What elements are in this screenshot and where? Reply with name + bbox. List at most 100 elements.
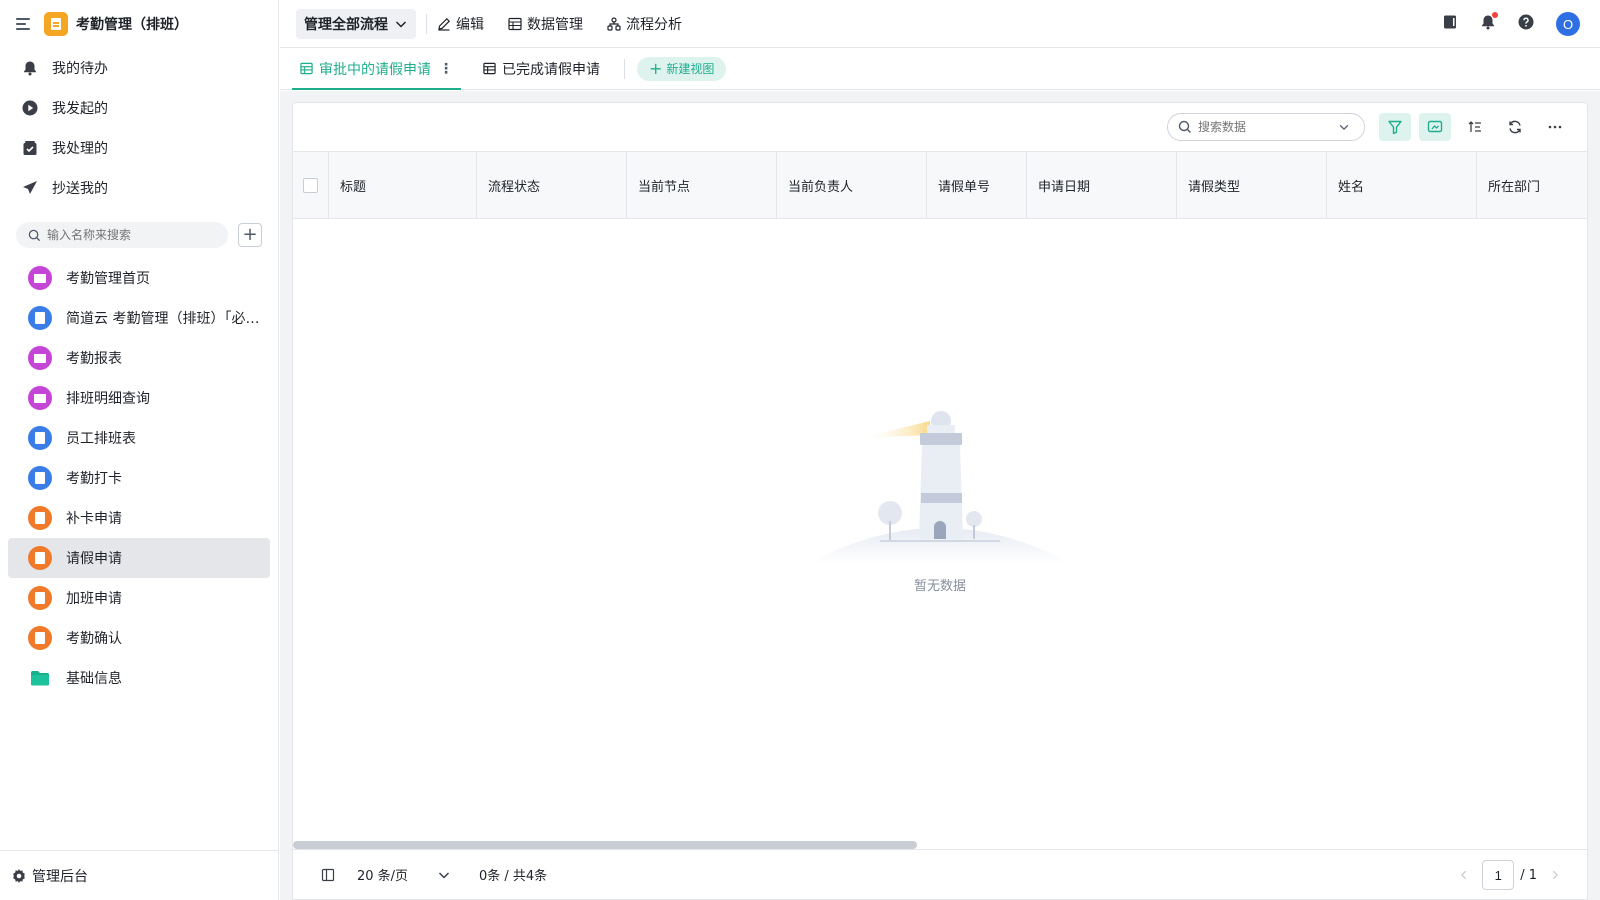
sidebar-search-input[interactable] xyxy=(47,228,217,242)
toolbar-divider xyxy=(426,13,427,34)
more-vertical-icon[interactable]: ⋮ xyxy=(439,61,453,77)
notebook-icon[interactable] xyxy=(1442,14,1458,34)
filter-button[interactable] xyxy=(1379,113,1411,141)
nav-item-handled[interactable]: 我处理的 xyxy=(0,128,278,168)
highlight-button[interactable] xyxy=(1419,113,1451,141)
tab-in-approval[interactable]: 审批中的请假申请 ⋮ xyxy=(292,48,461,90)
column-header[interactable]: 姓名 xyxy=(1327,152,1477,218)
data-search-input[interactable] xyxy=(1198,120,1338,134)
column-header[interactable]: 当前节点 xyxy=(627,152,777,218)
app-logo-icon xyxy=(44,12,68,36)
user-avatar[interactable]: O xyxy=(1556,12,1580,36)
horizontal-scrollbar[interactable] xyxy=(293,841,917,849)
form-item-guide[interactable]: 简道云 考勤管理（排班）「必看… xyxy=(8,298,270,338)
column-header[interactable]: 所在部门 xyxy=(1477,152,1587,218)
sidebar: 考勤管理（排班） 我的待办 我发起的 我处理的 抄送我的 + xyxy=(0,0,279,900)
nav-item-cc[interactable]: 抄送我的 xyxy=(0,168,278,208)
nav-label: 我发起的 xyxy=(52,101,108,117)
nav-item-todo[interactable]: 我的待办 xyxy=(0,48,278,88)
nav-label: 我处理的 xyxy=(52,141,108,157)
column-header[interactable]: 流程状态 xyxy=(477,152,627,218)
form-item-employee-schedule[interactable]: 员工排班表 xyxy=(8,418,270,458)
new-view-label: 新建视图 xyxy=(666,62,715,76)
flow-form-icon xyxy=(28,586,52,610)
process-select[interactable]: 管理全部流程 xyxy=(296,8,416,39)
form-item-basic-info[interactable]: 基础信息 xyxy=(8,658,270,698)
chevron-right-icon[interactable] xyxy=(1549,869,1561,881)
top-toolbar: 管理全部流程 编辑 数据管理 流程分析 O xyxy=(280,0,1600,48)
data-panel: 标题 流程状态 当前节点 当前负责人 请假单号 申请日期 请假类型 姓名 所在部… xyxy=(292,102,1588,900)
admin-backend-link[interactable]: 管理后台 xyxy=(0,850,278,900)
document-icon xyxy=(28,466,52,490)
record-count: 0条 / 共4条 xyxy=(479,869,548,884)
data-manage-label: 数据管理 xyxy=(527,16,583,33)
dashboard-icon xyxy=(28,346,52,370)
help-icon[interactable] xyxy=(1518,14,1534,34)
chevron-down-icon[interactable] xyxy=(1338,121,1350,133)
form-item-attendance-confirm[interactable]: 考勤确认 xyxy=(8,618,270,658)
search-icon xyxy=(28,229,41,241)
column-header[interactable]: 请假单号 xyxy=(927,152,1027,218)
plus-icon: + xyxy=(649,58,663,78)
document-icon xyxy=(28,306,52,330)
chevron-left-icon[interactable] xyxy=(1458,869,1470,881)
form-label: 基础信息 xyxy=(66,671,122,687)
column-header[interactable]: 请假类型 xyxy=(1177,152,1327,218)
chevron-down-icon[interactable] xyxy=(437,868,451,882)
nav-item-initiated[interactable]: 我发起的 xyxy=(0,88,278,128)
form-list: 考勤管理首页 简道云 考勤管理（排班）「必看… 考勤报表 排班明细查询 员工排班… xyxy=(0,258,278,698)
notification-dot xyxy=(1492,12,1498,18)
form-item-attendance-home[interactable]: 考勤管理首页 xyxy=(8,258,270,298)
dashboard-icon xyxy=(28,386,52,410)
form-item-schedule-query[interactable]: 排班明细查询 xyxy=(8,378,270,418)
refresh-button[interactable] xyxy=(1499,113,1531,141)
form-item-leave-request[interactable]: 请假申请 xyxy=(8,538,270,578)
new-view-button[interactable]: + 新建视图 xyxy=(637,56,727,81)
more-button[interactable] xyxy=(1539,113,1571,141)
form-item-overtime[interactable]: 加班申请 xyxy=(8,578,270,618)
form-item-clock-in[interactable]: 考勤打卡 xyxy=(8,458,270,498)
form-item-attendance-report[interactable]: 考勤报表 xyxy=(8,338,270,378)
play-circle-icon xyxy=(22,100,38,116)
bell-icon xyxy=(22,60,38,76)
chevron-down-icon xyxy=(395,20,407,28)
form-item-card-supplement[interactable]: 补卡申请 xyxy=(8,498,270,538)
flow-form-icon xyxy=(28,506,52,530)
form-label: 考勤确认 xyxy=(66,631,122,647)
notification-bell-icon[interactable] xyxy=(1480,12,1498,34)
form-label: 员工排班表 xyxy=(66,431,136,447)
app-title: 考勤管理（排班） xyxy=(76,17,188,33)
column-header[interactable]: 申请日期 xyxy=(1027,152,1177,218)
flow-analysis-label: 流程分析 xyxy=(626,16,682,33)
total-pages: / 1 xyxy=(1520,867,1537,883)
select-all-checkbox[interactable] xyxy=(293,152,329,218)
form-label: 加班申请 xyxy=(66,591,122,607)
form-label: 考勤打卡 xyxy=(66,471,122,487)
tab-completed[interactable]: 已完成请假申请 xyxy=(475,48,608,90)
filter-icon xyxy=(1388,120,1402,135)
current-page-input[interactable] xyxy=(1482,860,1515,890)
column-header[interactable]: 标题 xyxy=(329,152,477,218)
refresh-icon xyxy=(1509,120,1521,134)
lighthouse-illustration-icon xyxy=(810,411,1070,563)
page-size-select[interactable]: 20 条/页 xyxy=(357,865,437,884)
dashboard-icon xyxy=(28,266,52,290)
edit-button[interactable]: 编辑 xyxy=(437,14,484,34)
sort-button[interactable] xyxy=(1459,113,1491,141)
form-label: 请假申请 xyxy=(66,551,122,567)
nav-label: 抄送我的 xyxy=(52,181,108,197)
data-search-box[interactable] xyxy=(1167,113,1365,141)
empty-state: 暂无数据 xyxy=(293,393,1587,594)
sidebar-search-box[interactable] xyxy=(16,222,228,248)
add-form-button[interactable]: + xyxy=(238,223,262,247)
data-manage-button[interactable]: 数据管理 xyxy=(508,14,583,34)
form-label: 简道云 考勤管理（排班）「必看… xyxy=(66,311,270,327)
menu-icon[interactable] xyxy=(16,15,34,33)
column-header[interactable]: 当前负责人 xyxy=(777,152,927,218)
checkbox[interactable] xyxy=(303,177,318,193)
edit-label: 编辑 xyxy=(456,16,484,33)
sort-icon xyxy=(1468,121,1481,132)
panel-toggle-icon[interactable] xyxy=(321,868,335,882)
flow-analysis-button[interactable]: 流程分析 xyxy=(607,14,682,34)
pencil-icon xyxy=(438,17,451,31)
